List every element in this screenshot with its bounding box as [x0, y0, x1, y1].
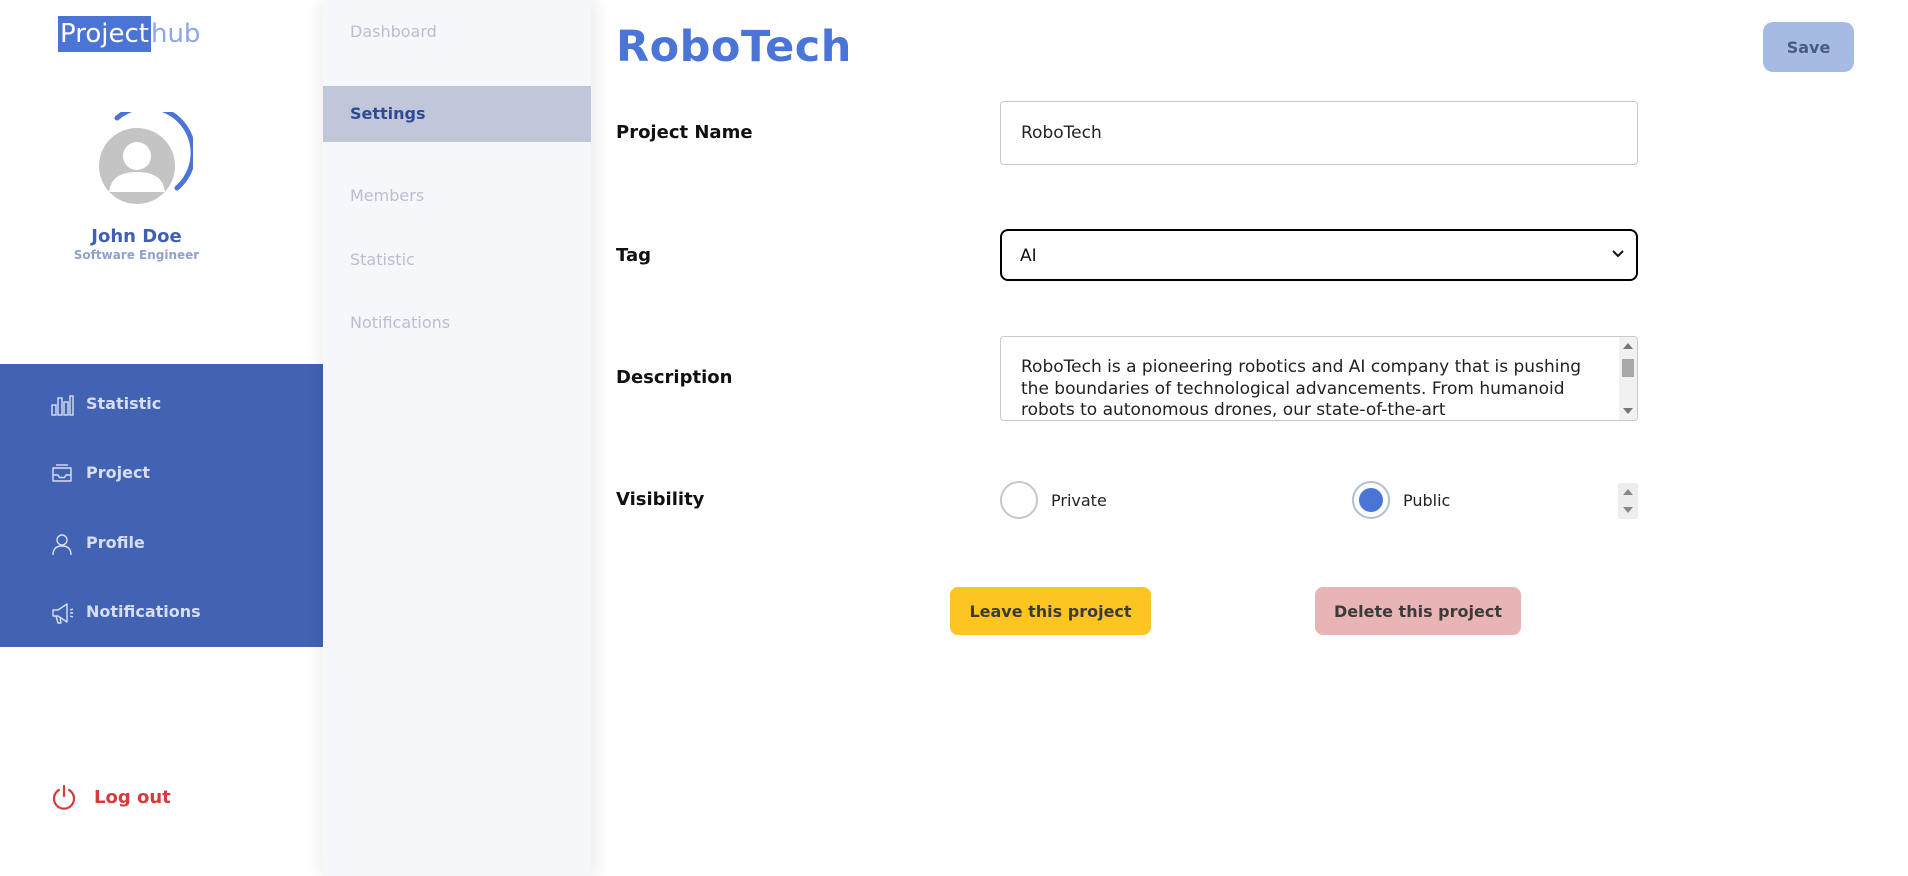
description-textarea[interactable]: RoboTech is a pioneering robotics and AI…	[1000, 336, 1638, 421]
user-name: John Doe	[91, 226, 182, 247]
nav-item-label: Project	[86, 463, 151, 482]
logout-label: Log out	[94, 787, 171, 808]
project-name-label: Project Name	[616, 122, 753, 143]
avatar[interactable]	[97, 112, 193, 208]
logo-highlight: Project	[58, 16, 151, 52]
submenu-item-statistic[interactable]: Statistic	[323, 232, 591, 288]
visibility-label: Visibility	[616, 489, 705, 510]
logo[interactable]: Projecthub	[58, 16, 200, 52]
logout-button[interactable]: Log out	[50, 781, 190, 813]
submenu-item-settings[interactable]: Settings	[323, 86, 591, 142]
nav-item-project[interactable]: Project	[0, 448, 323, 498]
page-title: RoboTech	[616, 22, 852, 72]
bar-chart-icon	[51, 395, 74, 416]
description-scrollbar[interactable]	[1619, 337, 1637, 420]
scroll-up-arrow-icon[interactable]	[1623, 343, 1633, 349]
user-role: Software Engineer	[73, 248, 200, 262]
radio-circle-checked[interactable]	[1352, 481, 1390, 519]
nav-item-label: Profile	[86, 533, 145, 552]
tag-selected-value: AI	[1020, 246, 1037, 266]
logo-rest: hub	[150, 19, 201, 49]
delete-project-button[interactable]: Delete this project	[1315, 587, 1521, 635]
spin-up-arrow-icon[interactable]	[1623, 489, 1633, 495]
user-icon	[52, 534, 72, 556]
scroll-thumb[interactable]	[1622, 359, 1634, 377]
visibility-spinner[interactable]	[1618, 483, 1638, 519]
submenu-item-members[interactable]: Members	[323, 168, 591, 224]
project-name-input[interactable]	[1000, 101, 1638, 165]
megaphone-icon	[52, 603, 74, 624]
inbox-icon	[52, 464, 72, 482]
avatar-icon	[99, 112, 193, 204]
sidebar: Projecthub John Doe Software Engineer St…	[0, 0, 323, 876]
visibility-private-radio[interactable]: Private	[1000, 481, 1120, 519]
submenu-item-label: Members	[350, 186, 425, 205]
description-label: Description	[616, 367, 733, 388]
settings-submenu: Dashboard Settings Members Statistic Not…	[323, 0, 591, 876]
leave-project-button[interactable]: Leave this project	[950, 587, 1151, 635]
scroll-down-arrow-icon[interactable]	[1623, 408, 1633, 414]
tag-select[interactable]: AI	[1000, 229, 1638, 281]
spin-down-arrow-icon[interactable]	[1623, 507, 1633, 513]
nav-item-statistic[interactable]: Statistic	[0, 379, 323, 429]
power-icon	[52, 784, 76, 810]
submenu-item-label: Statistic	[350, 250, 415, 269]
description-text: RoboTech is a pioneering robotics and AI…	[1021, 357, 1582, 420]
submenu-item-notifications[interactable]: Notifications	[323, 295, 591, 351]
tag-label: Tag	[616, 245, 651, 266]
radio-label: Private	[1051, 491, 1107, 510]
submenu-item-dashboard[interactable]: Dashboard	[323, 4, 591, 60]
visibility-public-radio[interactable]: Public	[1352, 481, 1472, 519]
save-button[interactable]: Save	[1763, 22, 1854, 72]
nav-item-label: Statistic	[86, 394, 162, 413]
nav-item-profile[interactable]: Profile	[0, 518, 323, 568]
submenu-item-label: Settings	[350, 104, 426, 123]
nav-item-label: Notifications	[86, 602, 201, 621]
chevron-down-icon	[1612, 250, 1624, 258]
primary-nav: Statistic Project Profile Notifications	[0, 364, 323, 647]
nav-item-notifications[interactable]: Notifications	[0, 587, 323, 637]
radio-circle[interactable]	[1000, 481, 1038, 519]
submenu-item-label: Notifications	[350, 313, 451, 332]
radio-label: Public	[1403, 491, 1451, 510]
submenu-item-label: Dashboard	[350, 22, 437, 41]
